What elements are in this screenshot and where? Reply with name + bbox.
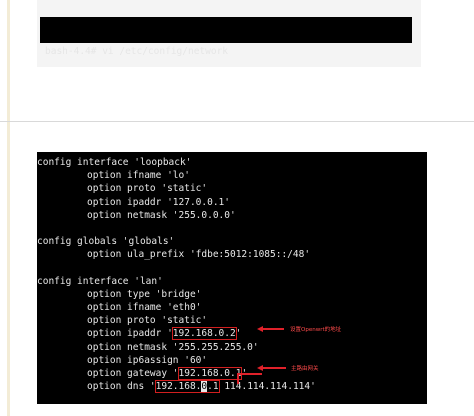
option-dns-line: option dns '192.168.0.1 114.114.114.114'	[37, 380, 427, 394]
dns-key: option dns '	[87, 381, 156, 393]
ipaddr-annotation: 设置Openwrt的地址	[290, 327, 342, 333]
option-line: option proto 'static'	[87, 315, 208, 327]
config-header-lan: config interface 'lan'	[37, 275, 163, 287]
ipaddr-value-highlight: 192.168.0.2	[171, 327, 237, 341]
dns-tail: 114.114.114.114'	[218, 381, 316, 393]
gateway-key: option gateway '	[87, 368, 179, 379]
option-ipaddr-line: option ipaddr '192.168.0.2'	[37, 327, 427, 341]
dns-arrow-horizontal	[237, 373, 262, 375]
option-ip6assign-line: option ip6assign '60'	[87, 354, 208, 366]
config-header-loopback: config interface 'loopback'	[37, 157, 192, 168]
option-line: option ifname 'lo'	[87, 170, 190, 182]
gateway-arrow-head	[257, 364, 263, 371]
command-line: bash-4.4# vi /etc/config/network	[45, 46, 229, 57]
option-line: option ifname 'eth0'	[87, 302, 202, 314]
dns-arrow	[237, 373, 239, 384]
ipaddr-key: option ipaddr '	[87, 328, 173, 340]
option-line: option ula_prefix 'fdbe:5012:1085::/48'	[87, 249, 311, 261]
dns-value-part: 192.168.	[155, 381, 202, 393]
ipaddr-tail: '	[235, 328, 242, 340]
option-netmask-line: option netmask '255.255.255.0'	[87, 341, 259, 353]
option-line: option netmask '255.0.0.0'	[87, 209, 236, 221]
option-line: option ipaddr '127.0.0.1'	[87, 196, 230, 208]
config-header-globals: config globals 'globals'	[37, 236, 175, 248]
left-accent-bar	[7, 0, 10, 416]
dns-value-highlight: 192.168.0.1	[154, 380, 220, 394]
option-gateway-line: option gateway '192.168.0.1'	[37, 367, 427, 380]
option-line: option proto 'static'	[87, 183, 208, 195]
terminal-command-window: bash-4.4# vi /etc/config/network	[40, 17, 412, 57]
gateway-annotation: 主路由网关	[291, 366, 319, 372]
gateway-value-highlight: 192.168.0.1	[177, 367, 243, 380]
ipaddr-arrow	[262, 328, 284, 330]
dns-value-part: .1	[207, 381, 219, 393]
section-divider	[0, 121, 474, 122]
ipaddr-arrow-head	[257, 325, 263, 332]
gateway-arrow	[262, 367, 286, 369]
option-line: option type 'bridge'	[87, 288, 202, 300]
terminal-config-window: config interface 'loopback' option ifnam…	[37, 152, 427, 404]
